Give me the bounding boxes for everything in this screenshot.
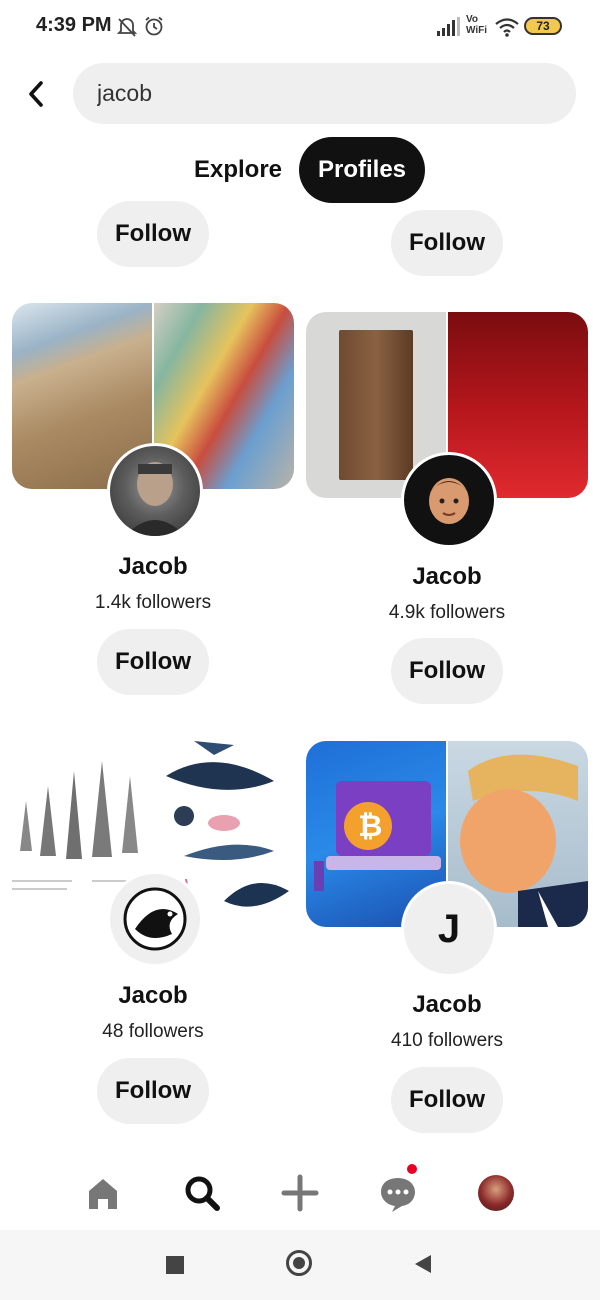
avatar-initial: J: [437, 907, 461, 951]
follower-count: 410 followers: [391, 1030, 503, 1051]
back-arrow-icon: [29, 81, 43, 107]
follow-button[interactable]: Follow: [391, 638, 503, 704]
avatar[interactable]: J: [401, 881, 497, 977]
status-time: 4:39 PM: [36, 14, 112, 36]
follower-count: 1.4k followers: [94, 592, 212, 613]
nav-messages-button[interactable]: [373, 1164, 423, 1218]
profile-name[interactable]: Jacob: [307, 563, 587, 591]
nav-search-button[interactable]: [177, 1168, 227, 1218]
back-triangle-icon: [415, 1255, 431, 1273]
profile-name[interactable]: Jacob: [307, 991, 587, 1019]
notification-dot: [407, 1164, 417, 1174]
memoji-icon: [429, 478, 469, 524]
back-button[interactable]: [18, 72, 54, 116]
profile-name[interactable]: Jacob: [13, 982, 293, 1010]
home-button-inner: [293, 1257, 305, 1269]
home-icon: [89, 1179, 117, 1209]
follower-count: 48 followers: [102, 1021, 204, 1042]
profile-avatar: [478, 1175, 514, 1211]
follow-button[interactable]: Follow: [97, 1058, 209, 1124]
svg-text:₿: ₿: [358, 810, 382, 843]
tab-profiles[interactable]: Profiles: [299, 137, 425, 203]
search-icon: [185, 1176, 220, 1211]
avatar[interactable]: [401, 452, 497, 548]
alarm-icon: [143, 15, 165, 42]
status-bar: 4:39 PM Vo WiFi 73: [0, 0, 600, 56]
recents-button[interactable]: [166, 1256, 184, 1274]
person-photo-icon: [125, 462, 185, 536]
bird-logo-icon: [123, 887, 187, 951]
tab-explore[interactable]: Explore: [180, 137, 296, 203]
vowifi-label: Vo WiFi: [466, 14, 488, 36]
home-button[interactable]: [286, 1250, 312, 1276]
signal-icon: [436, 17, 460, 42]
follow-button[interactable]: Follow: [97, 629, 209, 695]
follower-count: 4.9k followers: [388, 602, 506, 623]
nav-profile-button[interactable]: [471, 1168, 521, 1218]
system-nav-bar: [0, 1230, 600, 1300]
avatar[interactable]: [107, 871, 203, 967]
nav-create-button[interactable]: [275, 1168, 325, 1218]
mute-icon: [116, 16, 138, 43]
follow-button[interactable]: Follow: [391, 1067, 503, 1133]
follow-button[interactable]: Follow: [391, 210, 503, 276]
messages-icon: [381, 1178, 415, 1212]
avatar[interactable]: [107, 443, 203, 539]
profile-name[interactable]: Jacob: [13, 553, 293, 581]
nav-home-button[interactable]: [78, 1168, 128, 1218]
bottom-nav: [0, 1150, 600, 1230]
search-input[interactable]: [97, 63, 537, 124]
cabinet-shape: [339, 330, 413, 480]
add-icon: [281, 1174, 319, 1212]
follow-button[interactable]: Follow: [97, 201, 209, 267]
search-bar[interactable]: [73, 63, 576, 124]
battery-level: 73: [536, 19, 550, 33]
back-nav-button[interactable]: [414, 1254, 432, 1279]
wifi-icon: [494, 16, 520, 43]
battery-indicator: 73: [524, 17, 562, 35]
